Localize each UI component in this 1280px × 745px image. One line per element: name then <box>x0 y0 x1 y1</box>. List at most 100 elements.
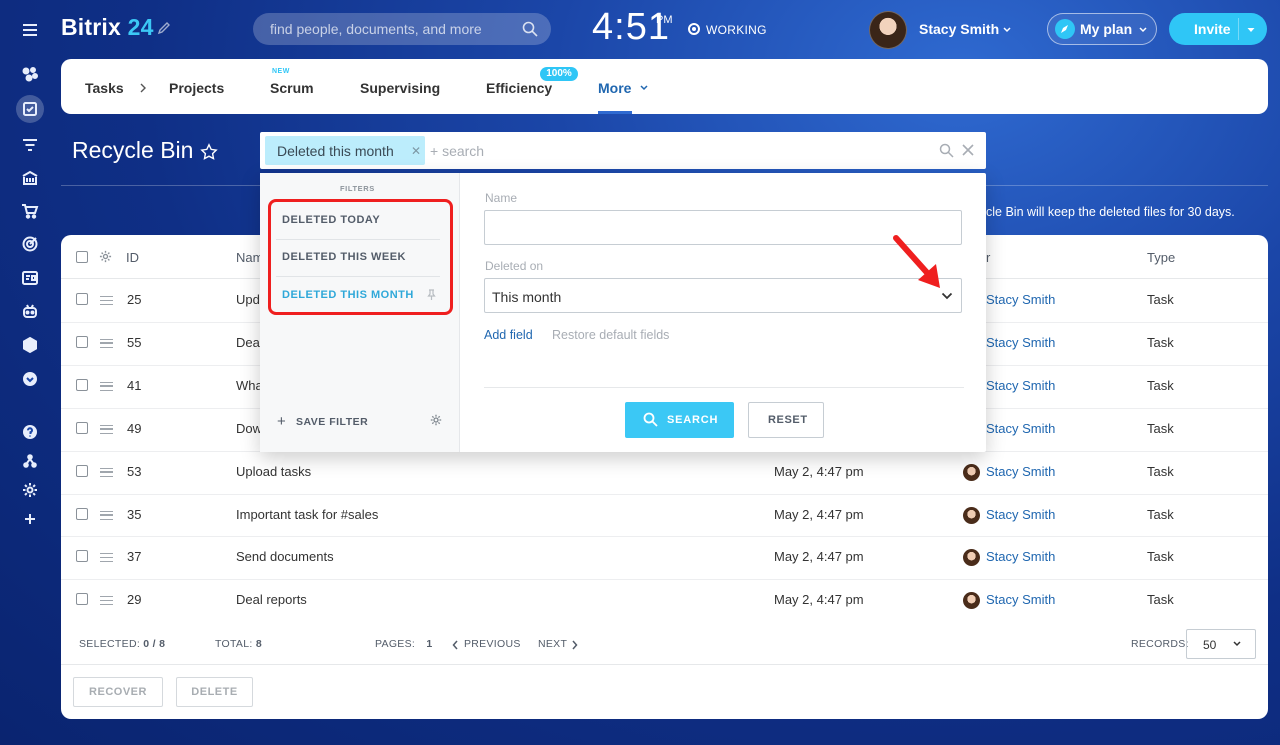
tasks-icon[interactable] <box>16 95 44 123</box>
row-name[interactable]: Dea <box>236 335 260 350</box>
row-owner-link[interactable]: Stacy Smith <box>986 335 1055 350</box>
chevron-down-icon[interactable] <box>18 367 42 391</box>
id-card-icon[interactable] <box>18 266 42 290</box>
tab-supervising[interactable]: Supervising <box>360 80 440 96</box>
user-name[interactable]: Stacy Smith <box>919 21 999 37</box>
row-name[interactable]: Upd <box>236 292 260 307</box>
records-label: RECORDS: <box>1131 638 1189 650</box>
chevron-right-icon[interactable] <box>571 640 578 650</box>
delete-button[interactable]: DELETE <box>176 677 253 707</box>
row-type: Task <box>1147 334 1174 350</box>
recover-button[interactable]: RECOVER <box>73 677 163 707</box>
row-checkbox[interactable] <box>76 593 88 606</box>
row-checkbox[interactable] <box>76 335 88 348</box>
row-name[interactable]: Deal reports <box>236 592 307 607</box>
row-checkbox[interactable] <box>76 421 88 434</box>
records-per-page-select[interactable] <box>1186 629 1256 659</box>
working-status[interactable]: WORKING <box>706 23 767 37</box>
total-count: TOTAL: 8 <box>215 638 262 650</box>
row-name[interactable]: Important task for #sales <box>236 507 378 522</box>
search-button-label: SEARCH <box>667 414 719 426</box>
tab-efficiency[interactable]: Efficiency <box>486 80 552 96</box>
pages-count: PAGES: 1 <box>375 638 433 650</box>
row-name[interactable]: Upload tasks <box>236 464 311 479</box>
row-owner-link[interactable]: Stacy Smith <box>986 549 1055 564</box>
drag-handle-icon[interactable] <box>100 424 113 434</box>
chevron-down-icon[interactable] <box>639 84 649 92</box>
filter-search-placeholder[interactable]: + search <box>430 143 484 159</box>
row-owner-link[interactable]: Stacy Smith <box>986 421 1055 436</box>
logo[interactable]: Bitrix 24 <box>61 14 154 41</box>
search-icon[interactable] <box>522 21 538 37</box>
column-header-id[interactable]: ID <box>126 250 139 265</box>
row-owner-link[interactable]: Stacy Smith <box>986 378 1055 393</box>
row-checkbox[interactable] <box>76 378 88 391</box>
tab-more[interactable]: More <box>598 80 631 96</box>
star-icon[interactable] <box>200 143 218 161</box>
box-icon[interactable] <box>18 333 42 357</box>
gear-icon[interactable] <box>18 478 42 502</box>
row-name[interactable]: Send documents <box>236 549 334 564</box>
add-field-link[interactable]: Add field <box>484 328 533 342</box>
drag-handle-icon[interactable] <box>100 381 113 391</box>
drag-handle-icon[interactable] <box>100 553 113 563</box>
owner-avatar[interactable] <box>963 506 980 524</box>
select-all-checkbox[interactable] <box>76 251 88 263</box>
plus-icon[interactable] <box>18 507 42 531</box>
next-page-button[interactable]: NEXT <box>538 638 567 650</box>
save-filter-button[interactable]: SAVE FILTER <box>296 416 368 428</box>
chevron-down-icon[interactable] <box>1246 26 1256 34</box>
filter-icon[interactable] <box>18 133 42 157</box>
sitemap-icon[interactable] <box>18 449 42 473</box>
bank-icon[interactable] <box>18 166 42 190</box>
row-owner-link[interactable]: Stacy Smith <box>986 592 1055 607</box>
column-header-type[interactable]: Type <box>1147 250 1175 265</box>
row-owner-link[interactable]: Stacy Smith <box>986 464 1055 479</box>
tab-projects[interactable]: Projects <box>169 80 224 96</box>
close-icon[interactable]: ✕ <box>411 144 421 158</box>
row-checkbox[interactable] <box>76 293 88 305</box>
drag-handle-icon[interactable] <box>100 338 113 348</box>
target-icon[interactable] <box>18 232 42 256</box>
row-checkbox[interactable] <box>76 550 88 563</box>
page-title: Recycle Bin <box>72 137 194 163</box>
drag-handle-icon[interactable] <box>100 510 113 520</box>
owner-avatar[interactable] <box>963 463 980 481</box>
row-owner-link[interactable]: Stacy Smith <box>986 292 1055 307</box>
plus-icon[interactable]: + <box>277 413 286 430</box>
close-icon[interactable] <box>962 144 974 156</box>
user-avatar[interactable] <box>869 11 907 49</box>
row-name[interactable]: Wha <box>236 378 263 393</box>
chevron-left-icon[interactable] <box>452 640 459 650</box>
chevron-down-icon[interactable] <box>941 292 953 300</box>
working-status-icon[interactable] <box>688 23 700 35</box>
drag-handle-icon[interactable] <box>100 596 113 606</box>
column-header-owner[interactable]: r <box>986 250 990 265</box>
drag-handle-icon[interactable] <box>100 296 113 305</box>
row-checkbox[interactable] <box>76 507 88 520</box>
row-name[interactable]: Dow <box>236 421 262 436</box>
search-icon[interactable] <box>939 143 954 158</box>
robot-icon[interactable] <box>18 299 42 323</box>
gear-icon[interactable] <box>430 414 442 426</box>
gear-icon[interactable] <box>99 250 112 263</box>
previous-page-button[interactable]: PREVIOUS <box>464 638 521 650</box>
drag-handle-icon[interactable] <box>100 467 113 477</box>
deleted-on-label: Deleted on <box>485 259 544 273</box>
cart-icon[interactable] <box>18 199 42 223</box>
pencil-icon[interactable] <box>157 21 171 35</box>
tab-tasks[interactable]: Tasks <box>85 80 124 96</box>
restore-default-fields-link[interactable]: Restore default fields <box>552 328 669 342</box>
tab-scrum[interactable]: Scrum <box>270 80 314 96</box>
row-checkbox[interactable] <box>76 464 88 477</box>
my-plan-label: My plan <box>1080 21 1133 37</box>
menu-icon[interactable] <box>18 18 42 42</box>
row-owner-link[interactable]: Stacy Smith <box>986 507 1055 522</box>
feed-icon[interactable] <box>18 62 42 86</box>
row-type: Task <box>1147 592 1174 608</box>
row-date: May 2, 4:47 pm <box>774 549 864 565</box>
selected-count: SELECTED: 0 / 8 <box>79 638 166 650</box>
chevron-down-icon[interactable] <box>1002 26 1012 34</box>
help-icon[interactable] <box>18 420 42 444</box>
row-type: Task <box>1147 377 1174 393</box>
